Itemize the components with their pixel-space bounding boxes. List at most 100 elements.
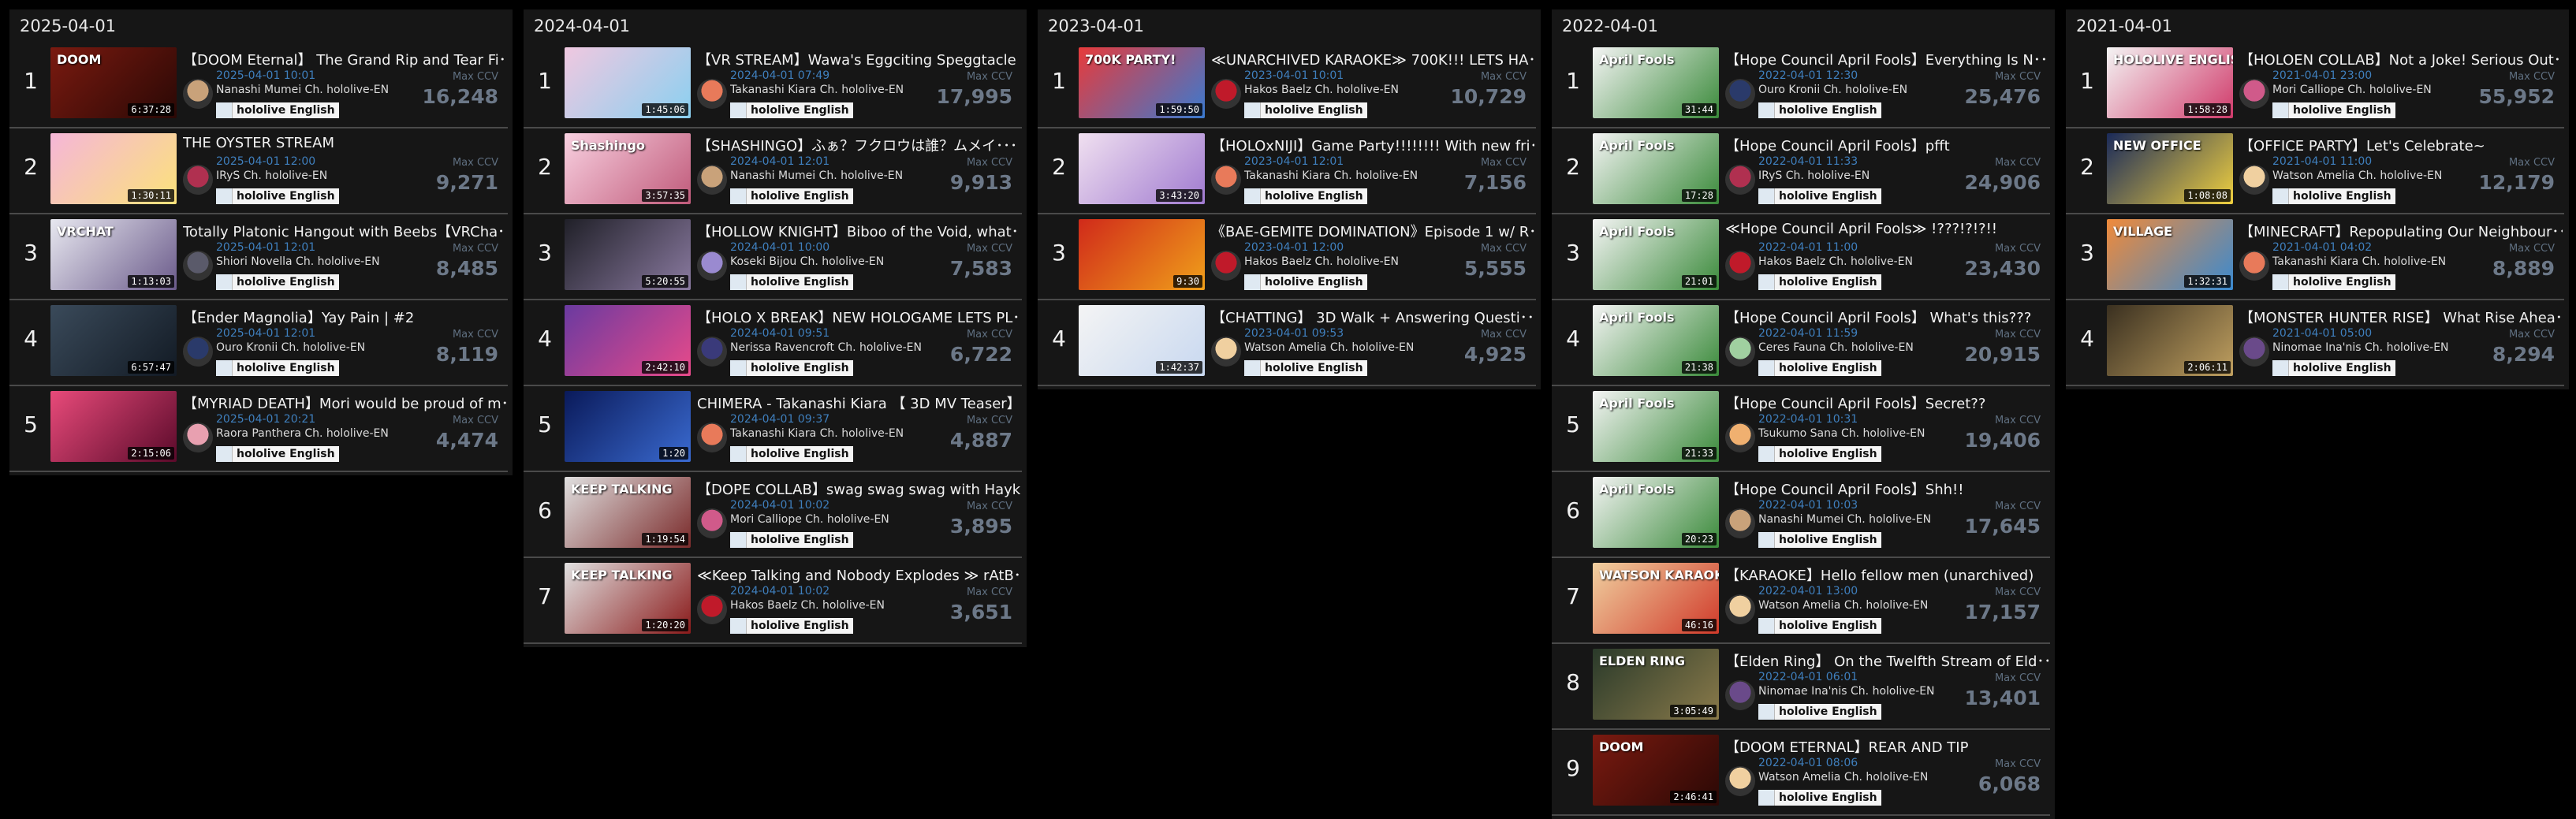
stream-row[interactable]: 3 9:30 《BAE-GEMITE DOMINATION》Episode 1 w/…: [1038, 214, 1536, 300]
channel-name-link[interactable]: IRyS Ch. hololive-EN: [1758, 169, 1870, 182]
video-thumbnail[interactable]: 1:20: [565, 391, 691, 462]
video-thumbnail[interactable]: DOOM 6:37:28: [50, 47, 177, 118]
channel-name-link[interactable]: Koseki Bijou Ch. hololive-EN: [730, 255, 884, 268]
video-title-link[interactable]: ≪Keep Talking and Nobody Explodes ≫ rAtB…: [697, 564, 1020, 585]
channel-avatar[interactable]: [1211, 79, 1241, 109]
org-badge[interactable]: hololive English: [2272, 360, 2395, 376]
org-badge[interactable]: hololive English: [730, 446, 853, 462]
stream-row[interactable]: 4 6:57:47 【Ender Magnolia】Yay Pain | #2 202…: [9, 300, 508, 386]
channel-avatar[interactable]: [1211, 337, 1241, 367]
org-badge[interactable]: hololive English: [730, 618, 853, 634]
channel-avatar[interactable]: [2239, 251, 2269, 281]
org-badge[interactable]: hololive English: [1758, 274, 1881, 290]
video-title-link[interactable]: 【CHATTING】 3D Walk + Answering Questi･･･: [1211, 307, 1534, 327]
channel-avatar[interactable]: [1725, 423, 1755, 452]
video-thumbnail[interactable]: April Fools 21:38: [1593, 305, 1719, 376]
video-thumbnail[interactable]: HOLOLIVE ENGLISH 1:58:28: [2107, 47, 2233, 118]
video-title-link[interactable]: 【Ender Magnolia】Yay Pain | #2: [183, 307, 506, 327]
org-badge[interactable]: hololive English: [2272, 188, 2395, 204]
video-title-link[interactable]: CHIMERA - Takanashi Kiara 【 3D MV Teaser…: [697, 393, 1020, 413]
video-thumbnail[interactable]: VILLAGE 1:32:31: [2107, 219, 2233, 290]
channel-avatar[interactable]: [2239, 79, 2269, 109]
video-title-link[interactable]: THE OYSTER STREAM: [183, 135, 506, 151]
video-thumbnail[interactable]: DOOM 2:46:41: [1593, 735, 1719, 806]
channel-name-link[interactable]: Raora Panthera Ch. hololive-EN: [216, 427, 389, 440]
channel-name-link[interactable]: Hakos Baelz Ch. hololive-EN: [1244, 84, 1399, 96]
video-title-link[interactable]: 【MINECRAFT】Repopulating Our Neighbour･･･: [2239, 221, 2563, 241]
video-thumbnail[interactable]: KEEP TALKING 1:19:54: [565, 477, 691, 548]
stream-row[interactable]: 6 April Fools 20:23 【Hope Council April Foo…: [1552, 472, 2050, 558]
video-title-link[interactable]: 【VR STREAM】Wawa's Eggciting Speggtacle ･…: [697, 49, 1020, 69]
channel-avatar[interactable]: [1725, 680, 1755, 710]
stream-row[interactable]: 8 ELDEN RING 3:05:49 【Elden Ring】 On the Tw…: [1552, 644, 2050, 730]
channel-name-link[interactable]: Takanashi Kiara Ch. hololive-EN: [1244, 169, 1418, 182]
channel-name-link[interactable]: Nerissa Ravencroft Ch. hololive-EN: [730, 341, 922, 354]
video-thumbnail[interactable]: ELDEN RING 3:05:49: [1593, 649, 1719, 720]
channel-name-link[interactable]: Watson Amelia Ch. hololive-EN: [1758, 599, 1928, 612]
org-badge[interactable]: hololive English: [1758, 360, 1881, 376]
channel-name-link[interactable]: Ninomae Ina'nis Ch. hololive-EN: [1758, 685, 1935, 698]
video-title-link[interactable]: ≪Hope Council April Fools≫ !???!?!?!!: [1725, 221, 2048, 237]
video-thumbnail[interactable]: KEEP TALKING 1:20:20: [565, 563, 691, 634]
channel-name-link[interactable]: Watson Amelia Ch. hololive-EN: [1758, 771, 1928, 784]
channel-name-link[interactable]: Mori Calliope Ch. hololive-EN: [730, 513, 889, 526]
channel-name-link[interactable]: Tsukumo Sana Ch. hololive-EN: [1758, 427, 1925, 440]
stream-row[interactable]: 5 2:15:06 【MYRIAD DEATH】Mori would be prou…: [9, 386, 508, 472]
video-title-link[interactable]: 【Hope Council April Fools】Secret??: [1725, 393, 2048, 413]
video-thumbnail[interactable]: 6:57:47: [50, 305, 177, 376]
channel-avatar[interactable]: [697, 251, 727, 281]
channel-avatar[interactable]: [697, 508, 727, 538]
video-thumbnail[interactable]: 2:15:06: [50, 391, 177, 462]
video-thumbnail[interactable]: VRCHAT 1:13:03: [50, 219, 177, 290]
video-title-link[interactable]: 【HOLO X BREAK】NEW HOLOGAME LETS PL･･･: [697, 307, 1020, 327]
video-thumbnail[interactable]: April Fools 17:28: [1593, 133, 1719, 204]
channel-avatar[interactable]: [183, 423, 213, 452]
channel-name-link[interactable]: Ouro Kronii Ch. hololive-EN: [1758, 84, 1907, 96]
org-badge[interactable]: hololive English: [730, 102, 853, 118]
stream-row[interactable]: 3 April Fools 21:01 ≪Hope Council April Foo…: [1552, 214, 2050, 300]
channel-name-link[interactable]: Hakos Baelz Ch. hololive-EN: [1758, 255, 1913, 268]
channel-avatar[interactable]: [697, 337, 727, 367]
channel-name-link[interactable]: Ceres Fauna Ch. hololive-EN: [1758, 341, 1914, 354]
video-title-link[interactable]: 【Hope Council April Fools】 What's this??…: [1725, 307, 2048, 327]
video-thumbnail[interactable]: 3:43:20: [1079, 133, 1205, 204]
channel-name-link[interactable]: Nanashi Mumei Ch. hololive-EN: [1758, 513, 1931, 526]
org-badge[interactable]: hololive English: [216, 188, 339, 204]
channel-name-link[interactable]: Takanashi Kiara Ch. hololive-EN: [2272, 255, 2446, 268]
stream-row[interactable]: 5 1:20 CHIMERA - Takanashi Kiara 【 3D MV T…: [524, 386, 1022, 472]
org-badge[interactable]: hololive English: [1244, 188, 1367, 204]
stream-row[interactable]: 3 5:20:55 【HOLLOW KNIGHT】Biboo of the Void…: [524, 214, 1022, 300]
channel-name-link[interactable]: Takanashi Kiara Ch. hololive-EN: [730, 84, 904, 96]
org-badge[interactable]: hololive English: [2272, 274, 2395, 290]
channel-name-link[interactable]: Watson Amelia Ch. hololive-EN: [1244, 341, 1414, 354]
channel-name-link[interactable]: Ouro Kronii Ch. hololive-EN: [216, 341, 365, 354]
video-thumbnail[interactable]: 1:30:11: [50, 133, 177, 204]
video-title-link[interactable]: 【DOOM ETERNAL】REAR AND TIP: [1725, 736, 2048, 757]
channel-avatar[interactable]: [183, 165, 213, 195]
org-badge[interactable]: hololive English: [216, 360, 339, 376]
stream-row[interactable]: 3 VRCHAT 1:13:03 Totally Platonic Hangout w…: [9, 214, 508, 300]
channel-name-link[interactable]: IRyS Ch. hololive-EN: [216, 169, 327, 182]
org-badge[interactable]: hololive English: [1758, 532, 1881, 548]
channel-avatar[interactable]: [1725, 165, 1755, 195]
channel-avatar[interactable]: [697, 423, 727, 452]
channel-avatar[interactable]: [2239, 165, 2269, 195]
video-thumbnail[interactable]: 1:45:06: [565, 47, 691, 118]
video-thumbnail[interactable]: 9:30: [1079, 219, 1205, 290]
org-badge[interactable]: hololive English: [216, 102, 339, 118]
channel-name-link[interactable]: Watson Amelia Ch. hololive-EN: [2272, 169, 2442, 182]
video-title-link[interactable]: 【MYRIAD DEATH】Mori would be proud of m･･…: [183, 393, 506, 413]
stream-row[interactable]: 4 April Fools 21:38 【Hope Council April Foo…: [1552, 300, 2050, 386]
video-title-link[interactable]: 【Elden Ring】 On the Twelfth Stream of El…: [1725, 650, 2048, 671]
org-badge[interactable]: hololive English: [1758, 618, 1881, 634]
channel-avatar[interactable]: [697, 79, 727, 109]
channel-avatar[interactable]: [2239, 337, 2269, 367]
stream-row[interactable]: 1 1:45:06 【VR STREAM】Wawa's Eggciting Speg…: [524, 43, 1022, 128]
stream-row[interactable]: 6 KEEP TALKING 1:19:54 【DOPE COLLAB】swag sw…: [524, 472, 1022, 558]
video-thumbnail[interactable]: WATSON KARAOKE 46:16: [1593, 563, 1719, 634]
channel-avatar[interactable]: [1725, 508, 1755, 538]
org-badge[interactable]: hololive English: [1244, 102, 1367, 118]
channel-avatar[interactable]: [183, 251, 213, 281]
stream-row[interactable]: 1 700K PARTY! 1:59:50 ≪UNARCHIVED KARAOKE≫ …: [1038, 43, 1536, 128]
channel-avatar[interactable]: [1725, 594, 1755, 624]
